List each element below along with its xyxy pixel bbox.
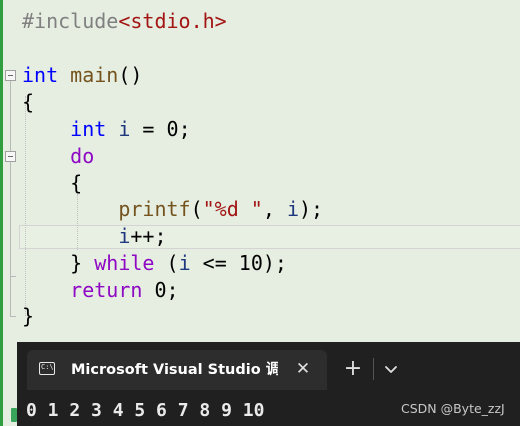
fold-do-line [10,162,11,276]
code-line-3: int main() [22,62,142,88]
tab-divider [373,358,374,380]
tab-debug-console[interactable]: C:\ Microsoft Visual Studio 调试控制台 ✕ [27,350,327,390]
code-token: i [178,251,191,275]
fold-main-collapse-icon[interactable] [5,70,16,81]
chevron-down-icon[interactable] [379,357,403,381]
console-output: 0 1 2 3 4 5 6 7 8 9 10 [26,400,265,421]
code-token: } [22,304,35,328]
status-indicator [11,408,17,422]
code-line-10: } while (i <= 10); [22,250,287,276]
code-line-12: } [22,303,34,329]
code-line-1: #include<stdio.h> [22,8,227,34]
close-icon[interactable]: ✕ [293,358,313,380]
code-token: 0 [166,117,179,141]
code-token: = [130,117,167,141]
code-token: ); [262,251,287,275]
code-token: 10 [238,251,263,275]
code-token: ++; [130,224,167,248]
code-line-5: int i = 0; [22,116,191,142]
code-token: , [262,197,287,221]
code-token: ( [190,197,203,221]
code-token: <stdio.h> [118,9,227,33]
code-token: <= [190,251,239,275]
watermark: CSDN @Byte_zzJ [401,401,505,416]
tab-title: Microsoft Visual Studio 调试控制台 [71,362,278,378]
code-token: i [118,117,131,141]
plus-icon[interactable]: + [341,357,365,381]
code-token: { [22,171,83,195]
fold-do-collapse-icon[interactable] [5,151,16,162]
code-token: ); [298,197,324,221]
code-token: main [70,63,119,87]
code-token: i [118,224,131,248]
code-line-8: printf("%d ", i); [22,196,323,222]
code-line-9: i++; [22,223,167,249]
code-line-4: { [22,89,34,115]
change-indicator-bar [0,0,3,426]
code-token: int [70,117,107,141]
code-token: "%d " [202,197,263,221]
code-token: #include [22,9,119,33]
code-token: printf [118,197,191,221]
code-token: ( [154,251,179,275]
fold-main-end [10,316,16,317]
code-token: i [286,197,299,221]
code-token: ; [166,278,179,302]
fold-do-end [10,276,16,277]
code-token: return [70,278,143,302]
code-token: } [22,251,95,275]
code-token: () [118,63,143,87]
code-token: int [22,63,59,87]
code-token: do [70,144,95,168]
code-token: ; [178,117,191,141]
code-line-11: return 0; [22,277,179,303]
code-token: while [94,251,155,275]
code-editor[interactable]: #include<stdio.h> int main() { int i = 0… [0,0,520,342]
console-icon: C:\ [39,362,55,375]
code-token: 0 [154,278,167,302]
code-line-6: do [22,143,94,169]
code-line-7: { [22,170,82,196]
code-token: { [22,90,35,114]
